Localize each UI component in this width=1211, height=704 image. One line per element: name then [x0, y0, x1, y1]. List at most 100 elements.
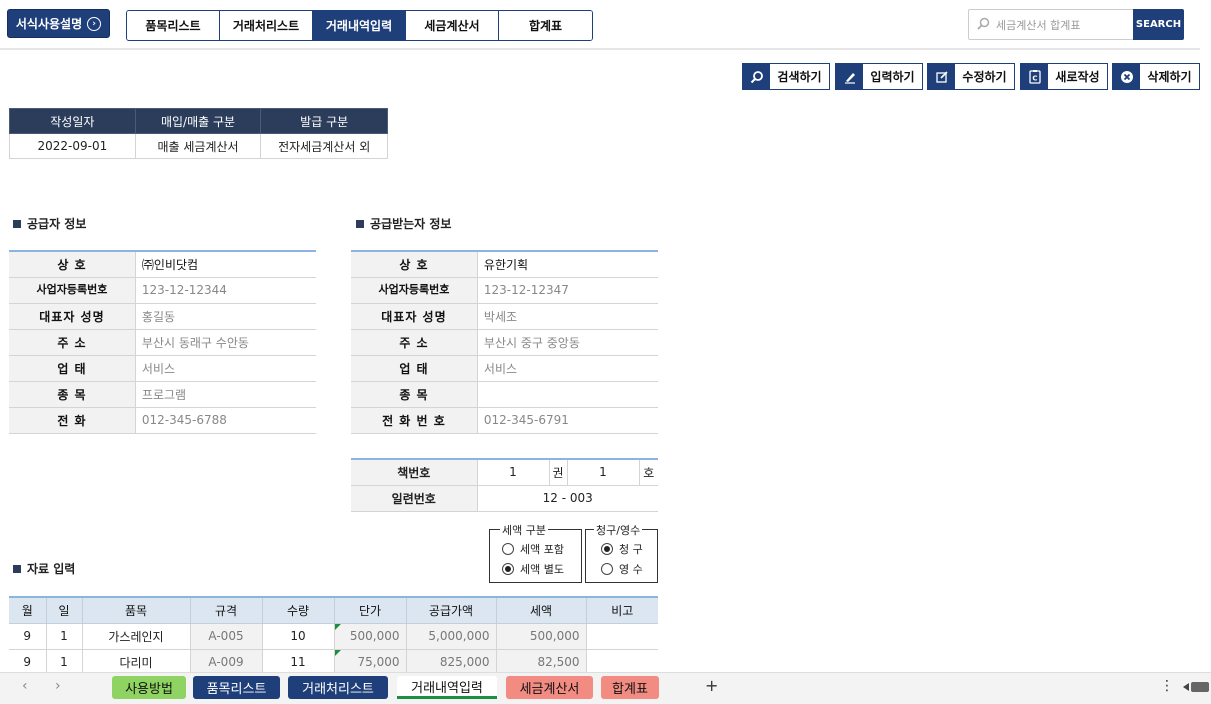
help-label: 서식사용설명: [15, 17, 83, 31]
horizontal-scrollbar[interactable]: [1183, 681, 1211, 693]
receiver-section-title: 공급받는자 정보: [356, 215, 451, 232]
svg-text:C: C: [1032, 75, 1037, 83]
pencil-icon: [836, 64, 863, 89]
help-button[interactable]: 서식사용설명 ›: [7, 9, 110, 38]
book-number-field[interactable]: 1: [567, 459, 640, 486]
input-action-button[interactable]: 입력하기: [835, 63, 923, 90]
square-bullet-icon: [13, 219, 21, 228]
scroll-thumb[interactable]: [1191, 682, 1209, 692]
column-header: 품목: [82, 596, 191, 624]
field-label: 업 태: [9, 355, 136, 382]
tax-type-group: 세액 구분 세액 포함 세액 별도: [489, 522, 582, 583]
meta-header: 작성일자: [9, 108, 136, 134]
edit-icon: [928, 64, 955, 89]
field-value[interactable]: 유한기획: [477, 251, 658, 278]
field-value[interactable]: 서비스: [477, 355, 658, 382]
square-bullet-icon: [356, 219, 364, 228]
tab-transaction-input[interactable]: 거래내역입력: [313, 11, 406, 40]
receipt-radio[interactable]: 영 수: [601, 561, 643, 577]
receiver-table: 상 호 유한기획 사업자등록번호 123-12-12347 대표자 성명 박세조 주 …: [351, 250, 658, 434]
tab-item-list[interactable]: 품목리스트: [127, 11, 220, 40]
field-label: 업 태: [351, 355, 478, 382]
book-number-table: 책번호 1 권 1 호 일련번호 12 - 003: [351, 458, 658, 512]
column-header: 공급가액: [406, 596, 497, 624]
qty-cell[interactable]: 10: [262, 623, 335, 650]
sheet-tab-usage[interactable]: 사용방법: [112, 676, 186, 699]
field-value[interactable]: 부산시 중구 중앙동: [477, 329, 658, 356]
clipboard-icon: C: [1021, 64, 1048, 89]
field-value[interactable]: 012-345-6791: [477, 407, 658, 434]
scroll-left-icon[interactable]: ‹: [22, 678, 28, 694]
note-cell[interactable]: [586, 623, 658, 650]
supply-amount-cell[interactable]: 5,000,000: [406, 623, 497, 650]
nav-tabs: 품목리스트 거래처리스트 거래내역입력 세금계산서 합계표: [126, 10, 593, 41]
serial-field[interactable]: 12 - 003: [477, 485, 658, 512]
items-table: 월 일 품목 규격 수량 단가 공급가액 세액 비고 9 1 가스레인지 A-0…: [9, 596, 658, 676]
meta-header: 매입/매출 구분: [134, 108, 262, 134]
field-label: 전 화: [9, 407, 136, 434]
add-sheet-icon[interactable]: +: [705, 676, 718, 695]
issue-type-cell[interactable]: 전자세금계산서 외: [260, 133, 388, 159]
chevron-right-icon: ›: [87, 16, 102, 31]
number-unit: 호: [639, 459, 658, 486]
field-value[interactable]: 123-12-12344: [135, 277, 316, 304]
day-cell[interactable]: 1: [46, 623, 83, 650]
column-header: 수량: [262, 596, 335, 624]
search-action-button[interactable]: 검색하기: [742, 63, 830, 90]
sheet-tab-transaction-input[interactable]: 거래내역입력: [397, 676, 497, 699]
tab-client-list[interactable]: 거래처리스트: [220, 11, 313, 40]
claim-radio[interactable]: 청 구: [601, 541, 643, 557]
sheet-tab-item-list[interactable]: 품목리스트: [193, 676, 280, 699]
square-bullet-icon: [13, 564, 21, 573]
spec-cell[interactable]: A-005: [190, 623, 263, 650]
field-value[interactable]: 프로그램: [135, 381, 316, 408]
radio-icon: [502, 543, 514, 555]
search-placeholder: 세금계산서 합계표: [996, 18, 1081, 32]
sheet-tab-summary[interactable]: 합계표: [601, 676, 659, 699]
tax-included-radio[interactable]: 세액 포함: [502, 541, 564, 557]
book-volume-field[interactable]: 1: [477, 459, 550, 486]
tab-summary[interactable]: 합계표: [499, 11, 592, 40]
search-input[interactable]: 세금계산서 합계표: [968, 9, 1134, 40]
meta-header: 발급 구분: [260, 108, 388, 134]
field-label: 전 화 번 호: [351, 407, 478, 434]
item-cell[interactable]: 가스레인지: [82, 623, 191, 650]
tax-cell[interactable]: 500,000: [496, 623, 587, 650]
field-value[interactable]: 012-345-6788: [135, 407, 316, 434]
field-value[interactable]: 123-12-12347: [477, 277, 658, 304]
serial-label: 일련번호: [351, 485, 478, 512]
field-label: 주 소: [9, 329, 136, 356]
column-header: 일: [46, 596, 83, 624]
sheet-tab-client-list[interactable]: 거래처리스트: [288, 676, 388, 699]
column-header: 세액: [496, 596, 587, 624]
trade-type-cell[interactable]: 매출 세금계산서: [134, 133, 262, 159]
supplier-section-title: 공급자 정보: [13, 215, 86, 232]
field-value[interactable]: 박세조: [477, 303, 658, 330]
field-value[interactable]: 부산시 동래구 수안동: [135, 329, 316, 356]
field-value[interactable]: 서비스: [135, 355, 316, 382]
field-value[interactable]: [477, 381, 658, 408]
scroll-right-icon[interactable]: ›: [55, 678, 61, 694]
column-header: 단가: [334, 596, 407, 624]
edit-action-button[interactable]: 수정하기: [927, 63, 1015, 90]
field-value[interactable]: ㈜인비닷컴: [135, 251, 316, 278]
field-value[interactable]: 홍길동: [135, 303, 316, 330]
search-button[interactable]: SEARCH: [1133, 9, 1184, 40]
unit-price-cell[interactable]: 500,000: [334, 623, 407, 650]
volume-unit: 권: [549, 459, 568, 486]
search-icon: [977, 17, 990, 33]
date-cell[interactable]: 2022-09-01: [9, 133, 136, 159]
delete-action-button[interactable]: 삭제하기: [1112, 63, 1200, 90]
tax-excluded-radio[interactable]: 세액 별도: [502, 561, 564, 577]
tab-tax-invoice[interactable]: 세금계산서: [406, 11, 499, 40]
more-options-icon[interactable]: ⋮: [1160, 678, 1174, 694]
sheet-tab-tax-invoice[interactable]: 세금계산서: [506, 676, 593, 699]
field-label: 상 호: [351, 251, 478, 278]
field-label: 사업자등록번호: [9, 277, 136, 304]
field-label: 종 목: [351, 381, 478, 408]
radio-selected-icon: [601, 543, 613, 555]
column-header: 월: [9, 596, 47, 624]
supplier-table: 상 호 ㈜인비닷컴 사업자등록번호 123-12-12344 대표자 성명 홍길동 주…: [9, 250, 316, 434]
month-cell[interactable]: 9: [9, 623, 47, 650]
new-action-button[interactable]: C 새로작성: [1020, 63, 1108, 90]
